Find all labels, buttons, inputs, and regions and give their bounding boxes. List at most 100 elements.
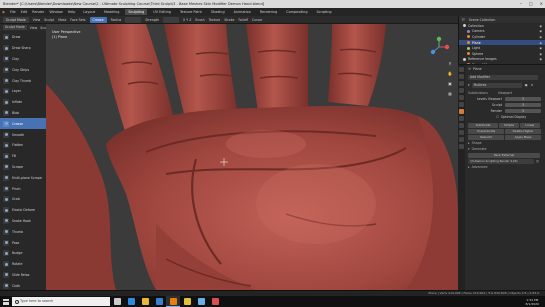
- camera-toggle-icon[interactable]: ▣: [525, 83, 528, 87]
- taskbar-store-button[interactable]: [152, 296, 166, 307]
- tool-draw-sharp[interactable]: Draw Sharp: [0, 43, 46, 54]
- header-menu-face-sets[interactable]: Face Sets: [70, 18, 85, 22]
- tool-pose[interactable]: Pose: [0, 237, 46, 248]
- tool-elastic-deform[interactable]: Elastic Deform: [0, 205, 46, 216]
- visibility-eye-icon[interactable]: ◉: [539, 41, 542, 45]
- visibility-eye-icon[interactable]: ◉: [539, 52, 542, 56]
- visibility-eye-icon[interactable]: ◉: [539, 46, 542, 50]
- header-menu-mask[interactable]: Mask: [58, 18, 66, 22]
- maximize-icon[interactable]: □: [529, 0, 533, 8]
- sculpt-level-field[interactable]: 3: [505, 102, 541, 108]
- taskbar-task-view-button[interactable]: [110, 296, 124, 307]
- tab-constraints-icon[interactable]: [459, 130, 464, 135]
- tool-fill[interactable]: Fill: [0, 151, 46, 162]
- tab-texture-paint[interactable]: Texture Paint: [177, 9, 205, 15]
- menu-window[interactable]: Window: [49, 10, 62, 14]
- levels-field[interactable]: 3: [505, 96, 541, 102]
- modifier-name-field[interactable]: Multires: [471, 82, 522, 88]
- taskbar-photos-button[interactable]: [194, 296, 208, 307]
- subdivide-button[interactable]: Subdivide: [468, 122, 498, 128]
- tab-physics-icon[interactable]: [459, 123, 464, 128]
- visibility-eye-icon[interactable]: ◉: [539, 24, 542, 28]
- tool-multi-plane-scrape[interactable]: Multi-plane Scrape: [0, 172, 46, 183]
- pan-hand-icon[interactable]: ✋: [446, 70, 454, 78]
- tab-scripting[interactable]: Scripting: [314, 9, 335, 15]
- menu-help[interactable]: Help: [68, 10, 76, 14]
- menu-render[interactable]: Render: [32, 10, 44, 14]
- taskbar-edge-button[interactable]: [124, 296, 138, 307]
- tool-grab[interactable]: Grab: [0, 194, 46, 205]
- tool-blob[interactable]: Blob: [0, 108, 46, 119]
- folder-icon[interactable]: ◫: [536, 159, 539, 163]
- apply-base-button[interactable]: Apply Base: [505, 134, 541, 140]
- taskbar-file-explorer-button[interactable]: [138, 296, 152, 307]
- chevron-right-icon[interactable]: ▸: [468, 165, 470, 169]
- start-button[interactable]: [0, 296, 12, 307]
- system-clock[interactable]: 1:34 PM 8/1/2020: [526, 298, 539, 306]
- tab-render-icon[interactable]: [459, 74, 464, 79]
- tool-layer[interactable]: Layer: [0, 86, 46, 97]
- falloff-dropdown[interactable]: Falloff: [238, 18, 247, 22]
- symmetry-axes[interactable]: X Y Z: [183, 18, 191, 22]
- tab-compositing[interactable]: Compositing: [283, 9, 310, 15]
- tool-snake-hook[interactable]: Snake Hook: [0, 216, 46, 227]
- 3d-viewport[interactable]: [46, 24, 458, 290]
- simple-button[interactable]: Simple: [499, 122, 519, 128]
- visibility-eye-icon[interactable]: ◉: [539, 57, 542, 61]
- tab-uv-editing[interactable]: UV Editing: [150, 9, 174, 15]
- radius-field[interactable]: [125, 16, 142, 23]
- menu-edit[interactable]: Edit: [21, 10, 28, 14]
- tool-scrape[interactable]: Scrape: [0, 162, 46, 173]
- taskbar-blender-button[interactable]: [166, 296, 180, 307]
- tool-inflate[interactable]: Inflate: [0, 97, 46, 108]
- taskbar-paint-button[interactable]: [208, 296, 222, 307]
- brush-select[interactable]: Crease: [89, 16, 107, 23]
- tab-tool-icon[interactable]: [459, 67, 464, 72]
- delete-higher-button[interactable]: Delete Higher: [505, 128, 541, 134]
- texture-dropdown[interactable]: Texture: [209, 18, 221, 22]
- zoom-icon[interactable]: ⚲: [446, 60, 454, 68]
- tab-object-icon[interactable]: [459, 102, 464, 107]
- close-icon[interactable]: ×: [540, 0, 543, 8]
- checkbox-icon[interactable]: ☑: [496, 115, 499, 119]
- viewport-mode-select[interactable]: Sculpt Mode: [3, 25, 27, 30]
- tool-thumb[interactable]: Thumb: [0, 226, 46, 237]
- taskbar-search-box[interactable]: Type here to search: [12, 297, 110, 306]
- tool-flatten[interactable]: Flatten: [0, 140, 46, 151]
- header-menu-view[interactable]: View: [33, 18, 41, 22]
- viewport-menu-view[interactable]: View: [30, 26, 38, 30]
- camera-icon[interactable]: ▣: [446, 80, 454, 88]
- tool-crease[interactable]: Crease: [0, 118, 46, 130]
- tool-clay[interactable]: Clay: [0, 54, 46, 65]
- chevron-down-icon[interactable]: ▾: [468, 83, 470, 87]
- tab-scene-icon[interactable]: [459, 88, 464, 93]
- tool-nudge[interactable]: Nudge: [0, 248, 46, 259]
- tool-rotate[interactable]: Rotate: [0, 259, 46, 270]
- unsubdivide-button[interactable]: Unsubdivide: [468, 128, 504, 134]
- tab-modeling[interactable]: Modeling: [101, 9, 122, 15]
- visibility-eye-icon[interactable]: ◉: [539, 35, 542, 39]
- tab-animation[interactable]: Animation: [231, 9, 254, 15]
- chevron-down-icon[interactable]: ▾: [468, 147, 470, 151]
- tab-shading[interactable]: Shading: [208, 9, 228, 15]
- tool-pinch[interactable]: Pinch: [0, 183, 46, 194]
- linear-button[interactable]: Linear: [520, 122, 540, 128]
- grid-icon[interactable]: ▦: [446, 90, 454, 98]
- tab-rendering[interactable]: Rendering: [257, 9, 280, 15]
- tab-world-icon[interactable]: [459, 95, 464, 100]
- tab-data-icon[interactable]: [459, 137, 464, 142]
- tab-layout[interactable]: Layout: [80, 9, 98, 15]
- tool-slide-relax[interactable]: Slide Relax: [0, 270, 46, 281]
- minimize-icon[interactable]: –: [520, 0, 522, 8]
- add-modifier-button[interactable]: Add Modifier: [468, 74, 538, 80]
- blender-logo-icon[interactable]: ◉: [2, 10, 5, 14]
- tool-clay-thumb[interactable]: Clay Thumb: [0, 75, 46, 86]
- outliner-filter-icon[interactable]: ☷: [462, 18, 465, 22]
- cursor-dropdown[interactable]: Cursor: [252, 18, 262, 22]
- tab-output-icon[interactable]: [459, 81, 464, 86]
- navigation-gizmo[interactable]: [428, 36, 450, 58]
- tab-material-icon[interactable]: [459, 144, 464, 149]
- render-level-field[interactable]: 3: [505, 108, 541, 114]
- tab-sculpting[interactable]: Sculpting: [125, 9, 148, 15]
- tab-modifier-icon[interactable]: [459, 109, 464, 114]
